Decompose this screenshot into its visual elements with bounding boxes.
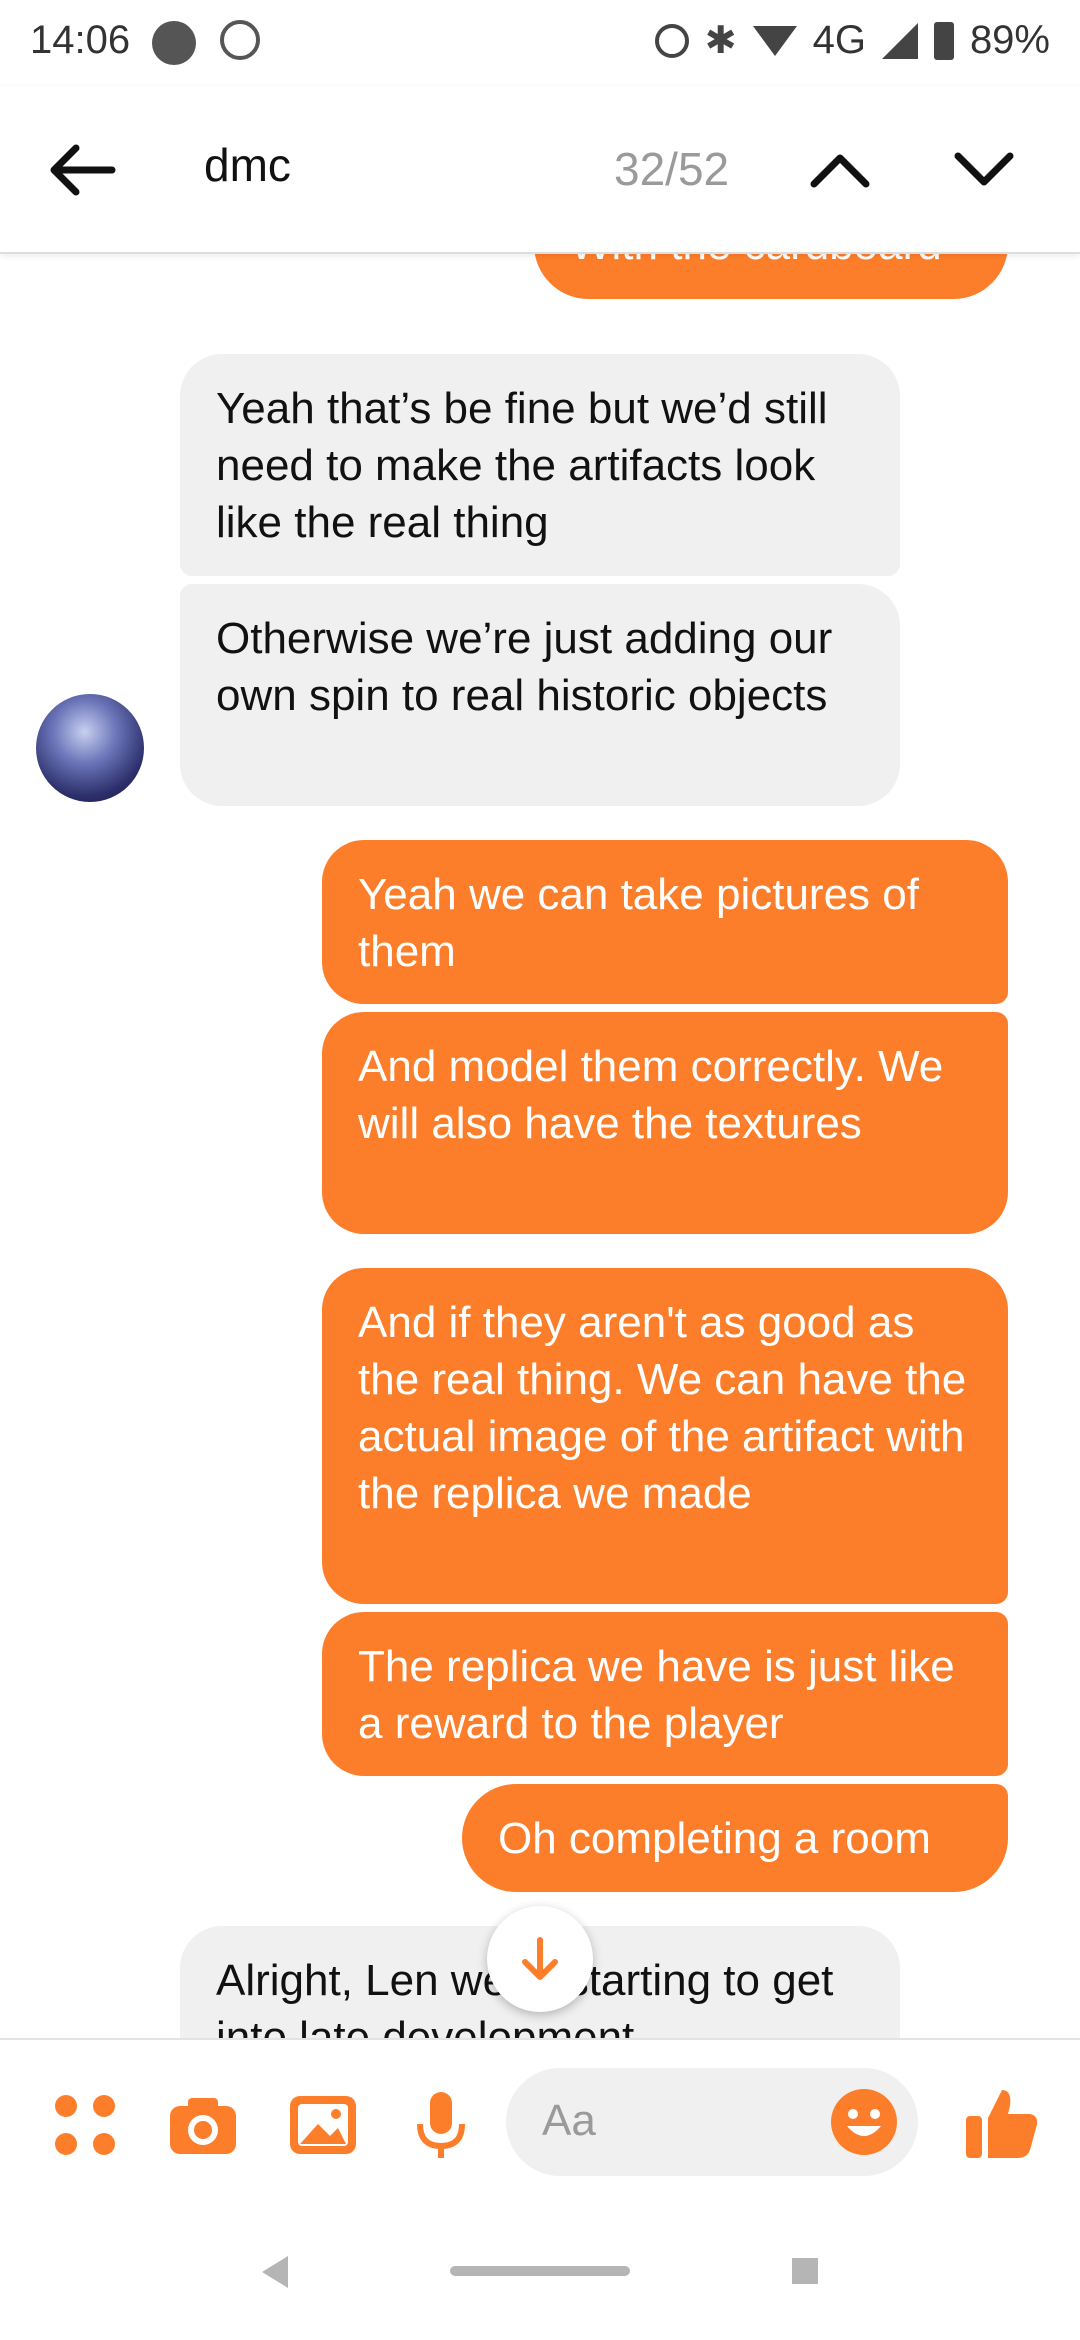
message-bubble[interactable]: Oh completing a room (462, 1784, 1008, 1892)
more-apps-icon[interactable] (50, 2090, 120, 2160)
gallery-icon[interactable] (288, 2090, 358, 2160)
bluetooth-icon: ✱ (704, 20, 737, 62)
battery-icon (933, 21, 954, 60)
status-icons: ✱ 4G 89% (654, 18, 1050, 63)
thumbs-up-icon[interactable] (964, 2084, 1040, 2160)
message-bubble[interactable]: Yeah that’s be fine but we’d still need … (180, 354, 900, 576)
message-bubble[interactable]: And model them correctly. We will also h… (322, 1012, 1008, 1234)
alarm-icon (654, 23, 689, 58)
system-home-icon[interactable] (450, 2266, 630, 2276)
message-composer: Aa (0, 2038, 1080, 2206)
wifi-icon (752, 25, 797, 56)
conversation[interactable]: With the cardboard Yeah that’s be fine b… (0, 252, 1080, 2038)
arrow-down-icon (522, 1937, 558, 1980)
message-bubble[interactable]: Otherwise we’re just adding our own spin… (180, 584, 900, 806)
emoji-icon[interactable] (830, 2088, 898, 2156)
search-term[interactable]: dmc (204, 138, 291, 192)
status-bar: 14:06 ✱ 4G 89% (0, 0, 1080, 86)
battery-percent: 89% (969, 18, 1050, 62)
system-navigation-bar (0, 2204, 1080, 2340)
message-bubble[interactable]: The replica we have is just like a rewar… (322, 1612, 1008, 1776)
search-header: dmc 32/52 (0, 86, 1080, 254)
camera-icon[interactable] (168, 2090, 238, 2160)
system-recents-icon[interactable] (792, 2258, 818, 2284)
notification-dot-icon (152, 21, 196, 65)
avatar[interactable] (36, 694, 144, 802)
system-back-icon[interactable] (262, 2256, 288, 2288)
network-type: 4G (812, 18, 866, 62)
search-result-counter: 32/52 (614, 143, 730, 195)
chevron-up-icon[interactable] (808, 142, 872, 198)
message-input[interactable]: Aa (506, 2068, 918, 2176)
scroll-to-bottom-button[interactable] (487, 1906, 593, 2012)
message-bubble[interactable]: And if they aren't as good as the real t… (322, 1268, 1008, 1604)
message-input-placeholder: Aa (542, 2096, 596, 2145)
signal-icon (881, 22, 918, 59)
message-bubble[interactable]: With the cardboard (534, 252, 1008, 299)
microphone-icon[interactable] (406, 2090, 476, 2160)
messenger-notification-icon (220, 20, 260, 60)
message-bubble[interactable]: Yeah we can take pictures of them (322, 840, 1008, 1004)
chevron-down-icon[interactable] (952, 142, 1016, 198)
back-arrow-icon[interactable] (46, 142, 116, 198)
status-time: 14:06 (30, 18, 131, 62)
